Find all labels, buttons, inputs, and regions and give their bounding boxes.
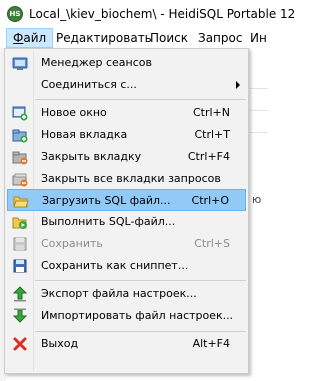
title-bar: HS Local_\kiev_biochem\ - HeidiSQL Porta… [0, 0, 295, 28]
menu-item-label: Сохранить как сниппет... [41, 259, 189, 272]
menu-item-import-settings[interactable]: Импортировать файл настроек... [7, 305, 246, 327]
session-manager-icon [12, 57, 28, 70]
menu-item-label: Импортировать файл настроек... [41, 309, 234, 322]
menu-item-session-manager[interactable]: Менеджер сеансов [7, 52, 246, 74]
menu-item-label: Закрыть все вкладки запросов [41, 172, 221, 185]
menu-item-load-sql-file[interactable]: Загрузить SQL файл... Ctrl+O [7, 189, 246, 211]
menu-item-shortcut: Ctrl+S [194, 237, 230, 250]
new-window-icon [12, 106, 28, 121]
save-icon [13, 237, 27, 251]
menu-item-shortcut: Ctrl+N [192, 106, 230, 119]
menu-query[interactable]: Запрос [192, 28, 248, 48]
menu-item-label: Загрузить SQL файл... [42, 194, 171, 207]
heidisql-logo-icon[interactable]: HS [7, 6, 23, 22]
menu-separator [35, 99, 246, 100]
menu-edit[interactable]: Редактировать [50, 28, 158, 48]
menu-file[interactable]: Файл [6, 28, 54, 48]
menu-item-close-all-tabs[interactable]: Закрыть все вкладки запросов [7, 168, 246, 190]
menu-item-label: Новая вкладка [41, 128, 128, 141]
menu-item-label: Сохранить [41, 237, 103, 250]
menu-item-save-as-snippet[interactable]: Сохранить как сниппет... [7, 255, 246, 277]
menu-item-run-sql-file[interactable]: Выполнить SQL-файл... [7, 211, 246, 233]
menu-separator [35, 280, 246, 281]
new-tab-icon [12, 129, 28, 143]
menu-item-label: Экспорт файла настроек... [41, 287, 197, 300]
open-folder-icon [13, 196, 29, 208]
run-sql-file-icon [12, 217, 27, 229]
exit-icon [13, 337, 27, 351]
menu-item-shortcut: Ctrl+T [194, 128, 230, 141]
menu-item-label: Закрыть вкладку [41, 150, 142, 163]
window-title: Local_\kiev_biochem\ - HeidiSQL Portable… [29, 7, 296, 21]
menu-item-label: Выход [41, 337, 79, 350]
menu-search[interactable]: Поиск [144, 28, 194, 48]
close-all-tabs-icon [12, 173, 28, 187]
close-tab-icon [12, 151, 28, 165]
file-menu-dropdown: Менеджер сеансов Соединиться с... Новое … [4, 48, 249, 374]
menu-item-shortcut: Ctrl+O [191, 194, 229, 207]
save-snippet-icon [13, 259, 27, 273]
menu-item-exit[interactable]: Выход Alt+F4 [7, 333, 246, 355]
menu-item-new-tab[interactable]: Новая вкладка Ctrl+T [7, 124, 246, 146]
menu-item-connect-to[interactable]: Соединиться с... [7, 74, 246, 96]
menu-item-close-tab[interactable]: Закрыть вкладку Ctrl+F4 [7, 146, 246, 168]
menu-item-label: Соединиться с... [41, 78, 137, 91]
background-text: ю [252, 193, 262, 206]
menu-bar: Файл Редактировать Поиск Запрос Ин [0, 28, 268, 49]
background-editor: ю [250, 48, 268, 381]
menu-item-shortcut: Ctrl+F4 [187, 150, 230, 163]
import-settings-icon [12, 308, 28, 323]
menu-item-shortcut: Alt+F4 [192, 337, 230, 350]
menu-item-export-settings[interactable]: Экспорт файла настроек... [7, 283, 246, 305]
menu-item-new-window[interactable]: Новое окно Ctrl+N [7, 102, 246, 124]
menu-item-label: Новое окно [41, 106, 107, 119]
submenu-arrow-icon [236, 81, 240, 89]
menu-item-label: Выполнить SQL-файл... [41, 215, 176, 228]
export-settings-icon [12, 286, 28, 302]
menu-tools[interactable]: Ин [244, 28, 273, 48]
menu-item-label: Менеджер сеансов [41, 56, 152, 69]
menu-separator [35, 331, 246, 332]
menu-item-save[interactable]: Сохранить Ctrl+S [7, 233, 246, 255]
